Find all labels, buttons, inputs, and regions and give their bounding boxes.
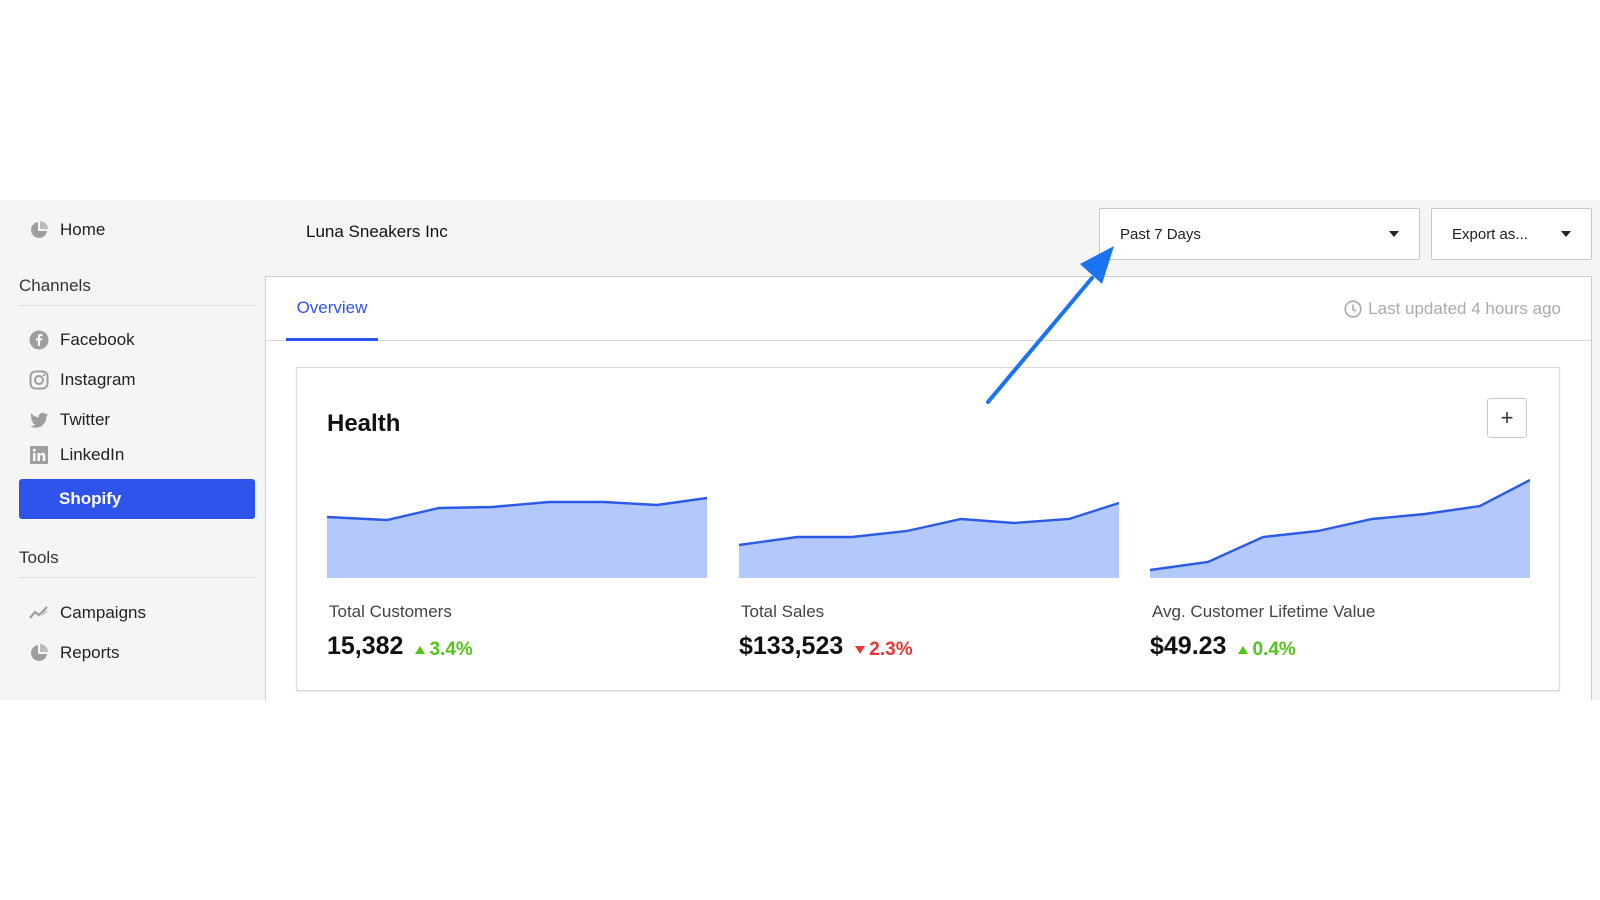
sidebar-item-label: Twitter [60, 410, 111, 429]
metric-delta-value: 0.4% [1252, 639, 1296, 660]
export-label: Export as... [1452, 225, 1528, 243]
metric-value: $133,523 [739, 632, 844, 660]
metric-total-sales: Total Sales $133,523 2.3% [739, 473, 1119, 661]
section-title-channels: Channels [19, 276, 255, 306]
sparkline-total-sales [739, 501, 1119, 578]
sidebar-item-linkedin[interactable]: LinkedIn [19, 435, 255, 475]
metric-label: Total Sales [741, 602, 825, 621]
add-widget-button[interactable]: + [1487, 398, 1527, 438]
metric-delta: 0.4% [1238, 639, 1296, 661]
sparkline-avg-clv [1150, 478, 1530, 578]
sidebar-item-shopify[interactable]: Shopify [19, 479, 255, 519]
metric-label: Total Customers [329, 602, 452, 621]
sidebar-item-label: Reports [60, 643, 120, 662]
section-title-tools: Tools [19, 548, 255, 578]
metric-value: $49.23 [1150, 632, 1227, 660]
trend-line-icon [28, 603, 49, 624]
sidebar-item-label: LinkedIn [60, 445, 125, 464]
health-card: Health + Total Customers 15,382 3.4% Tot… [296, 367, 1560, 691]
sidebar-item-twitter[interactable]: Twitter [19, 400, 255, 440]
metric-label: Avg. Customer Lifetime Value [1152, 602, 1376, 621]
linkedin-icon [28, 445, 49, 466]
main-panel: Overview Last updated 4 hours ago Health… [265, 276, 1592, 700]
chevron-down-icon [1389, 231, 1399, 237]
last-updated: Last updated 4 hours ago [1344, 299, 1561, 319]
sidebar-item-label: Home [60, 220, 106, 239]
arrow-up-icon [415, 646, 426, 654]
metric-value: 15,382 [327, 632, 404, 660]
sidebar-item-label: Facebook [60, 330, 135, 349]
clock-icon [1344, 300, 1362, 318]
date-range-select[interactable]: Past 7 Days [1099, 208, 1420, 260]
last-updated-text: Last updated 4 hours ago [1368, 299, 1561, 318]
metric-total-customers: Total Customers 15,382 3.4% [327, 473, 707, 661]
arrow-down-icon [855, 646, 866, 654]
sidebar-item-home[interactable]: Home [19, 210, 255, 250]
metric-delta-value: 3.4% [429, 639, 473, 660]
sidebar-item-reports[interactable]: Reports [19, 633, 255, 673]
sidebar-item-label: Campaigns [60, 603, 146, 622]
sidebar-item-label: Instagram [60, 370, 136, 389]
sidebar-item-campaigns[interactable]: Campaigns [19, 593, 255, 633]
metric-delta: 3.4% [415, 639, 473, 661]
company-name: Luna Sneakers Inc [306, 222, 448, 241]
tab-bar: Overview Last updated 4 hours ago [266, 277, 1591, 341]
card-title: Health [327, 410, 401, 437]
app-window: Home Channels Facebook Instagram Twitter [0, 200, 1600, 700]
arrow-up-icon [1238, 646, 1249, 654]
metric-avg-clv: Avg. Customer Lifetime Value $49.23 0.4% [1150, 473, 1530, 661]
export-select[interactable]: Export as... [1431, 208, 1592, 260]
sparkline-total-customers [327, 496, 707, 578]
sidebar-item-label: Shopify [59, 489, 122, 508]
pie-chart-icon [28, 643, 49, 664]
metric-delta: 2.3% [855, 639, 913, 661]
sidebar-item-instagram[interactable]: Instagram [19, 360, 255, 400]
metric-delta-value: 2.3% [869, 639, 913, 660]
facebook-icon [28, 330, 49, 351]
sidebar-item-facebook[interactable]: Facebook [19, 320, 255, 360]
date-range-value: Past 7 Days [1120, 225, 1201, 243]
chevron-down-icon [1561, 231, 1571, 237]
pie-chart-icon [28, 220, 49, 241]
twitter-icon [28, 410, 49, 431]
instagram-icon [28, 370, 49, 391]
sidebar: Home Channels Facebook Instagram Twitter [0, 200, 265, 700]
tab-overview[interactable]: Overview [286, 277, 378, 341]
